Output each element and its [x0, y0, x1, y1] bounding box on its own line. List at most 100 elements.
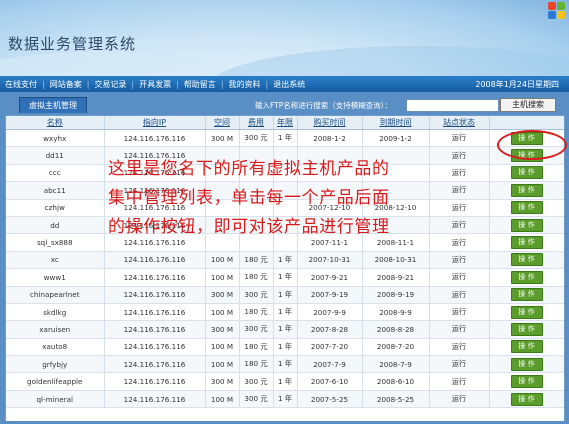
table-cell: 100 M — [205, 355, 240, 374]
table-cell: 300 元 — [239, 372, 274, 391]
table-cell: goldenlifeapple — [6, 372, 105, 391]
table-row: wxyhx 124.116.176.116 300 M 300 元1 年 2008-1-… — [6, 129, 564, 148]
table-cell: 2008-8-28 — [362, 320, 430, 339]
column-header[interactable]: 指向IP — [104, 116, 206, 130]
column-header[interactable]: 空间 — [205, 116, 240, 130]
table-cell: 运行 — [429, 233, 490, 252]
header-banner: 数据业务管理系统 — [0, 0, 569, 76]
nav-item[interactable]: 在线支付 — [0, 80, 42, 89]
table-cell-action: 操 作 — [489, 303, 564, 322]
table-cell: xc — [6, 251, 105, 270]
annotation-text: 这里是您名下的所有虚拟主机产品的 集中管理列表，单击每一个产品后面 的操作按钮，… — [108, 155, 390, 242]
table-cell: 2007-9-19 — [297, 286, 363, 304]
table-row: xaruisen 124.116.176.116 300 M 300 元1 年 2007… — [6, 320, 564, 339]
table-cell: 运行 — [429, 164, 490, 183]
table-cell: 运行 — [429, 199, 490, 217]
app-title: 数据业务管理系统 — [8, 35, 137, 53]
table-cell-action: 操 作 — [489, 164, 564, 183]
operate-button[interactable]: 操 作 — [510, 218, 543, 232]
table-cell: 180 元 — [239, 338, 274, 357]
top-nav: 在线支付 | 网站备案 | 交易记录 | 开具发票 | 帮助留言 | 我的资料 | 退出系统 2008年… — [0, 76, 569, 92]
column-header[interactable]: 名称 — [6, 116, 105, 130]
table-cell: 100 M — [205, 268, 240, 287]
table-cell: 100 M — [205, 338, 240, 357]
table-cell-action: 操 作 — [489, 286, 564, 304]
table-cell: 运行 — [429, 390, 490, 409]
table-cell: 124.116.176.116 — [104, 268, 206, 287]
operate-button[interactable]: 操 作 — [510, 322, 543, 336]
table-cell: czhjw — [6, 199, 105, 217]
table-cell: 运行 — [429, 320, 490, 339]
table-cell: 2009-1-2 — [362, 129, 430, 148]
table-cell-action: 操 作 — [489, 320, 564, 339]
nav-items: 在线支付 | 网站备案 | 交易记录 | 开具发票 | 帮助留言 | 我的资料 | 退出系统 — [0, 79, 310, 90]
column-header[interactable]: 到期时间 — [362, 116, 430, 130]
table-cell: www1 — [6, 268, 105, 287]
table-cell: dd — [6, 216, 105, 235]
table-cell: 2007-8-28 — [297, 320, 363, 339]
operate-button[interactable]: 操 作 — [510, 201, 543, 215]
operate-button[interactable]: 操 作 — [510, 183, 543, 197]
table-cell: 运行 — [429, 146, 490, 165]
operate-button[interactable]: 操 作 — [510, 166, 543, 180]
table-cell: 运行 — [429, 251, 490, 270]
table-cell: 2007-9-9 — [297, 303, 363, 322]
table-cell-action: 操 作 — [489, 233, 564, 252]
table-cell: 2008-9-21 — [362, 268, 430, 287]
table-cell: grfybjy — [6, 355, 105, 374]
table-cell: 1 年 — [273, 355, 298, 374]
column-header[interactable]: 费用 — [239, 116, 274, 130]
table-row: goldenlifeapple 124.116.176.116 300 M 300 元… — [6, 372, 564, 391]
table-cell-action: 操 作 — [489, 216, 564, 235]
table-cell: 2008-7-9 — [362, 355, 430, 374]
windows-logo-icon — [548, 2, 566, 20]
column-header[interactable]: 年限 — [273, 116, 298, 130]
table-cell: 180 元 — [239, 355, 274, 374]
table-cell: 124.116.176.116 — [104, 355, 206, 374]
nav-item[interactable]: 我的资料 — [224, 80, 266, 89]
operate-button[interactable]: 操 作 — [510, 253, 543, 267]
table-row: ql-mineral 124.116.176.116 100 M 300 元1 年 20… — [6, 390, 564, 409]
annotation-line: 集中管理列表，单击每一个产品后面 — [108, 188, 390, 208]
column-header[interactable]: 购买时间 — [297, 116, 363, 130]
operate-button[interactable]: 操 作 — [510, 288, 543, 302]
nav-item[interactable]: 网站备案 — [45, 80, 87, 89]
table-cell: 300 M — [205, 286, 240, 304]
search-label: 输入FTP名称进行搜索（支持模糊查询）： — [255, 101, 393, 110]
table-cell-action: 操 作 — [489, 355, 564, 374]
table-cell: wxyhx — [6, 129, 105, 148]
operate-button[interactable]: 操 作 — [510, 357, 543, 371]
table-cell-action: 操 作 — [489, 390, 564, 409]
table-cell: 300 元 — [239, 320, 274, 339]
table-cell: 180 元 — [239, 251, 274, 270]
table-row: skdlkg 124.116.176.116 100 M 180 元1 年 2007-9… — [6, 303, 564, 322]
column-header[interactable]: 站点状态 — [429, 116, 490, 130]
table-cell: 1 年 — [273, 286, 298, 304]
table-cell: 2007-5-25 — [297, 390, 363, 409]
table-cell: 100 M — [205, 251, 240, 270]
nav-item[interactable]: 交易记录 — [89, 80, 131, 89]
table-cell: 180 元 — [239, 268, 274, 287]
nav-item[interactable]: 退出系统 — [268, 80, 310, 89]
search-input[interactable] — [406, 99, 499, 112]
table-cell: 1 年 — [273, 320, 298, 339]
table-cell: 2008-7-20 — [362, 338, 430, 357]
annotation-line: 的操作按钮，即可对该产品进行管理 — [108, 217, 390, 237]
table-cell: 1 年 — [273, 338, 298, 357]
table-row: xauto8 124.116.176.116 100 M 180 元1 年 2007-7… — [6, 338, 564, 357]
operate-button[interactable]: 操 作 — [510, 375, 543, 389]
table-cell: 2007-10-31 — [297, 251, 363, 270]
table-cell-action: 操 作 — [489, 268, 564, 287]
table-cell: 运行 — [429, 338, 490, 357]
operate-button[interactable]: 操 作 — [510, 236, 543, 250]
operate-button[interactable]: 操 作 — [510, 392, 543, 406]
table-cell: 300 元 — [239, 390, 274, 409]
table-cell: 2007-7-20 — [297, 338, 363, 357]
operate-button[interactable]: 操 作 — [510, 270, 543, 284]
operate-button[interactable]: 操 作 — [510, 305, 543, 319]
host-search-button[interactable]: 主机搜索 — [500, 98, 556, 112]
nav-item[interactable]: 帮助留言 — [179, 80, 221, 89]
nav-item[interactable]: 开具发票 — [134, 80, 176, 89]
operate-button[interactable]: 操 作 — [510, 340, 543, 354]
table-cell: 300 M — [205, 320, 240, 339]
